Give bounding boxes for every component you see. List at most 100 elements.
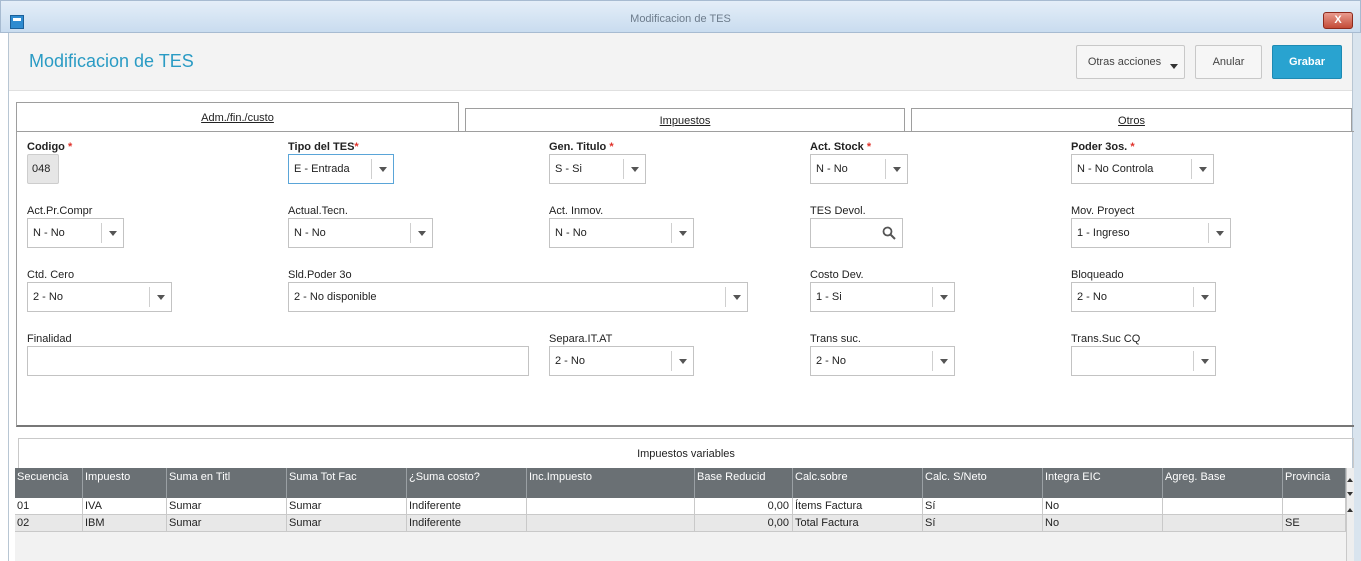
window-left-border (8, 33, 9, 561)
tab-adm-fin-custo[interactable]: Adm./fin./custo (16, 102, 459, 132)
mov-proyect-select[interactable]: 1 - Ingreso (1071, 218, 1231, 248)
sld-poder-3o-select[interactable]: 2 - No disponible (288, 282, 748, 312)
codigo-label: Codigo * (27, 141, 72, 153)
table-cell: IVA (83, 498, 167, 514)
chevron-up-icon[interactable] (1347, 508, 1353, 512)
column-header[interactable]: Provincia (1283, 468, 1346, 498)
window-titlebar: Modificacion de TES X (0, 0, 1361, 33)
table-row[interactable]: 02 IBM Sumar Sumar Indiferente 0,00 Tota… (15, 515, 1346, 532)
actual-tecn-select[interactable]: N - No (288, 218, 433, 248)
column-header[interactable]: Integra EIC (1043, 468, 1163, 498)
gen-titulo-label: Gen. Titulo * (549, 141, 614, 153)
chevron-down-icon[interactable] (671, 351, 693, 371)
table-row[interactable]: 01 IVA Sumar Sumar Indiferente 0,00 Ítem… (15, 498, 1346, 515)
select-value: 2 - No (33, 291, 63, 303)
table-cell: 0,00 (695, 498, 793, 514)
trans-suc-cq-label: Trans.Suc CQ (1071, 333, 1141, 345)
chevron-down-icon[interactable] (885, 159, 907, 179)
trans-suc-cq-select[interactable] (1071, 346, 1216, 376)
tab-label: Otros (1118, 115, 1145, 127)
label-text: Tipo del TES (288, 141, 355, 153)
tes-devol-input[interactable] (810, 218, 903, 248)
tipo-tes-select[interactable]: E - Entrada (288, 154, 394, 184)
chevron-down-icon[interactable] (1347, 492, 1353, 496)
table-cell (1163, 498, 1283, 514)
chevron-down-icon[interactable] (149, 287, 171, 307)
finalidad-input[interactable] (27, 346, 529, 376)
table-cell: Sumar (167, 515, 287, 531)
grid-header: Secuencia Impuesto Suma en Titl Suma Tot… (15, 468, 1346, 498)
act-pr-compr-select[interactable]: N - No (27, 218, 124, 248)
required-star: * (67, 141, 73, 153)
poder-3os-select[interactable]: N - No Controla (1071, 154, 1214, 184)
tab-label: Adm./fin./custo (201, 112, 274, 124)
poder-3os-label: Poder 3os. * (1071, 141, 1135, 153)
separa-it-at-select[interactable]: 2 - No (549, 346, 694, 376)
chevron-down-icon[interactable] (410, 223, 432, 243)
chevron-down-icon[interactable] (371, 159, 393, 179)
required-star: * (354, 141, 359, 153)
table-cell: 0,00 (695, 515, 793, 531)
table-cell: Sumar (287, 498, 407, 514)
search-icon[interactable] (882, 226, 896, 240)
save-button[interactable]: Grabar (1272, 45, 1342, 79)
act-stock-select[interactable]: N - No (810, 154, 908, 184)
column-header[interactable]: Impuesto (83, 468, 167, 498)
bloqueado-select[interactable]: 2 - No (1071, 282, 1216, 312)
separa-it-at-label: Separa.IT.AT (549, 333, 613, 345)
chevron-down-icon[interactable] (932, 351, 954, 371)
tab-otros[interactable]: Otros (911, 108, 1352, 132)
table-cell: Sí (923, 515, 1043, 531)
chevron-down-icon[interactable] (1208, 223, 1230, 243)
column-header[interactable]: Suma Tot Fac (287, 468, 407, 498)
chevron-down-icon[interactable] (671, 223, 693, 243)
costo-dev-select[interactable]: 1 - Si (810, 282, 955, 312)
tes-devol-label: TES Devol. (810, 205, 866, 217)
select-value: N - No (555, 227, 587, 239)
chevron-down-icon[interactable] (1193, 287, 1215, 307)
grid-empty-area (15, 532, 1346, 561)
table-cell: Total Factura (793, 515, 923, 531)
chevron-down-icon[interactable] (1191, 159, 1213, 179)
ctd-cero-select[interactable]: 2 - No (27, 282, 172, 312)
column-header[interactable]: Agreg. Base (1163, 468, 1283, 498)
table-cell: 01 (15, 498, 83, 514)
other-actions-label: Otras acciones (1087, 56, 1162, 68)
close-icon[interactable]: X (1323, 12, 1353, 29)
gen-titulo-select[interactable]: S - Si (549, 154, 646, 184)
table-cell: No (1043, 498, 1163, 514)
chevron-down-icon[interactable] (101, 223, 123, 243)
cancel-button[interactable]: Anular (1195, 45, 1262, 79)
column-header[interactable]: ¿Suma costo? (407, 468, 527, 498)
label-text: Codigo (27, 141, 65, 153)
column-header[interactable]: Inc.Impuesto (527, 468, 695, 498)
chevron-down-icon[interactable] (725, 287, 747, 307)
label-text: Gen. Titulo (549, 141, 607, 153)
bloqueado-label: Bloqueado (1071, 269, 1124, 281)
table-cell: 02 (15, 515, 83, 531)
codigo-field[interactable]: 048 (27, 154, 59, 184)
column-header[interactable]: Calc. S/Neto (923, 468, 1043, 498)
grid-scrollbar[interactable] (1346, 468, 1354, 561)
chevron-up-icon[interactable] (1347, 478, 1353, 482)
other-actions-button[interactable]: Otras acciones (1076, 45, 1185, 79)
chevron-down-icon[interactable] (932, 287, 954, 307)
trans-suc-label: Trans suc. (810, 333, 861, 345)
column-header[interactable]: Base Reducid (695, 468, 793, 498)
required-star: * (609, 141, 614, 153)
column-header[interactable]: Secuencia (15, 468, 83, 498)
column-header[interactable]: Calc.sobre (793, 468, 923, 498)
select-value: N - No Controla (1077, 163, 1154, 175)
chevron-down-icon (1170, 64, 1178, 69)
column-header[interactable]: Suma en Titl (167, 468, 287, 498)
tab-label: Impuestos (659, 115, 711, 127)
label-text: Poder 3os. (1071, 141, 1128, 153)
table-cell (1283, 498, 1346, 514)
act-stock-label: Act. Stock * (810, 141, 871, 153)
chevron-down-icon[interactable] (1193, 351, 1215, 371)
actual-tecn-label: Actual.Tecn. (288, 205, 348, 217)
trans-suc-select[interactable]: 2 - No (810, 346, 955, 376)
tab-impuestos[interactable]: Impuestos (465, 108, 905, 132)
act-inmov-select[interactable]: N - No (549, 218, 694, 248)
chevron-down-icon[interactable] (623, 159, 645, 179)
